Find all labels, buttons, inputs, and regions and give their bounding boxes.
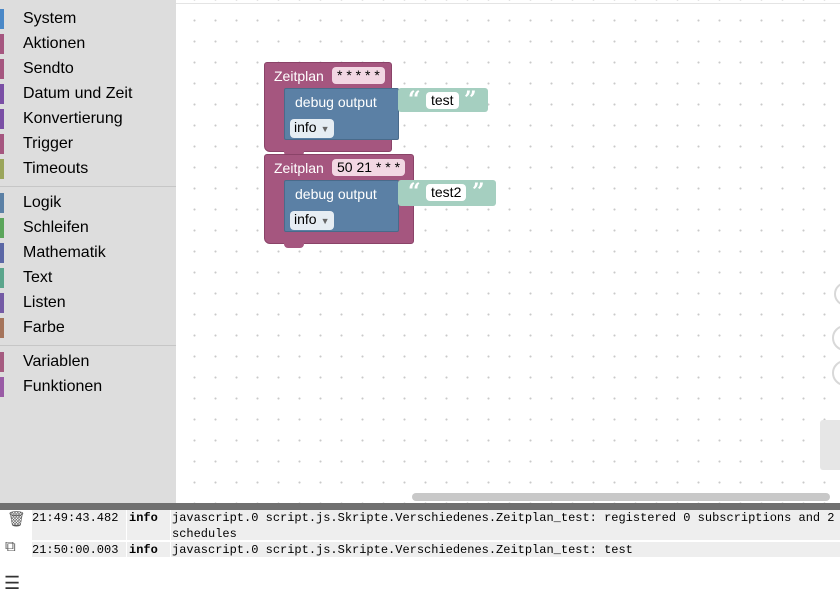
- blockly-workspace[interactable]: Zeitplan * * * * * debug output info ▼ “ …: [176, 0, 840, 503]
- string-block-2[interactable]: “ test2 ”: [398, 180, 496, 206]
- category-label: Farbe: [23, 319, 65, 336]
- category-color-bar: [0, 218, 4, 238]
- quote-close-icon: ”: [472, 179, 485, 205]
- toolbox-separator: [0, 345, 176, 346]
- category-label: Konvertierung: [23, 110, 123, 127]
- category-label: Sendto: [23, 60, 74, 77]
- string-block-1[interactable]: “ test ”: [398, 88, 488, 112]
- category-color-bar: [0, 9, 4, 29]
- toolbox-category-farbe[interactable]: Farbe: [0, 317, 176, 342]
- string-value-field[interactable]: test2: [426, 184, 467, 201]
- clear-log-icon[interactable]: 🗑: [7, 510, 26, 528]
- debug-output-label: debug output: [295, 186, 377, 202]
- toolbox-category-trigger[interactable]: Trigger: [0, 133, 176, 158]
- category-color-bar: [0, 268, 4, 288]
- debug-output-block-1[interactable]: debug output info ▼: [284, 88, 399, 140]
- toolbox-category-mathematik[interactable]: Mathematik: [0, 242, 176, 267]
- trashcan-icon[interactable]: [820, 420, 840, 470]
- log-level-value: info: [294, 211, 317, 227]
- quote-open-icon: “: [408, 87, 421, 113]
- toolbox-category-text[interactable]: Text: [0, 267, 176, 292]
- category-color-bar: [0, 193, 4, 213]
- workspace-top-border: [176, 3, 840, 4]
- category-label: Listen: [23, 294, 66, 311]
- category-label: Datum und Zeit: [23, 85, 133, 102]
- category-color-bar: [0, 134, 4, 154]
- category-color-bar: [0, 293, 4, 313]
- toolbox-category-listen[interactable]: Listen: [0, 292, 176, 317]
- log-row: 21:49:43.482 info javascript.0 script.js.S…: [32, 510, 840, 541]
- category-label: Trigger: [23, 135, 74, 152]
- category-label: Aktionen: [23, 35, 86, 52]
- string-value-field[interactable]: test: [426, 92, 459, 109]
- category-color-bar: [0, 84, 4, 104]
- category-color-bar: [0, 34, 4, 54]
- toolbox-category-datum-und-zeit[interactable]: Datum und Zeit: [0, 83, 176, 108]
- debug-output-label: debug output: [295, 94, 377, 110]
- category-label: Funktionen: [23, 378, 103, 395]
- toolbox-category-variablen[interactable]: Variablen: [0, 351, 176, 376]
- schedule-label: Zeitplan: [274, 160, 324, 176]
- toolbox-category-sendto[interactable]: Sendto: [0, 58, 176, 83]
- category-color-bar: [0, 243, 4, 263]
- log-level-dropdown[interactable]: info ▼: [290, 119, 334, 138]
- cron-field[interactable]: 50 21 * * *: [332, 159, 406, 176]
- log-splitter[interactable]: [0, 503, 840, 510]
- dropdown-arrow-icon: ▼: [320, 124, 330, 134]
- toolbox-category-aktionen[interactable]: Aktionen: [0, 33, 176, 58]
- log-level-dropdown[interactable]: info ▼: [290, 211, 334, 230]
- category-color-bar: [0, 318, 4, 338]
- block-notch: [284, 242, 304, 248]
- workspace-horizontal-scrollbar[interactable]: [412, 493, 830, 501]
- schedule-label: Zeitplan: [274, 68, 324, 84]
- category-label: Timeouts: [23, 160, 89, 177]
- category-color-bar: [0, 109, 4, 129]
- category-label: Mathematik: [23, 244, 106, 261]
- blockly-toolbox: System Aktionen Sendto Datum und Zeit Konver…: [0, 0, 176, 503]
- toolbox-category-schleifen[interactable]: Schleifen: [0, 217, 176, 242]
- category-color-bar: [0, 159, 4, 179]
- log-panel: 🗑 ⧉ 21:49:43.482 info javascript.0 script.…: [0, 510, 840, 602]
- log-message: javascript.0 script.js.Skripte.Verschied…: [170, 510, 840, 541]
- log-timestamp: 21:49:43.482: [32, 511, 119, 525]
- toolbox-separator: [0, 186, 176, 187]
- quote-open-icon: “: [408, 179, 421, 205]
- dropdown-arrow-icon: ▼: [320, 216, 330, 226]
- toolbox-category-funktionen[interactable]: Funktionen: [0, 376, 176, 401]
- toolbox-category-konvertierung[interactable]: Konvertierung: [0, 108, 176, 133]
- toolbox-category-system[interactable]: System: [0, 8, 176, 33]
- category-label: System: [23, 10, 77, 27]
- log-level: info: [126, 542, 168, 558]
- category-label: Variablen: [23, 353, 90, 370]
- cron-field[interactable]: * * * * *: [332, 67, 385, 84]
- quote-close-icon: ”: [464, 87, 477, 113]
- log-toggle-icon[interactable]: ☰: [4, 573, 20, 594]
- log-timestamp: 21:50:00.003: [32, 543, 119, 557]
- category-label: Logik: [23, 194, 62, 211]
- toolbox-category-timeouts[interactable]: Timeouts: [0, 158, 176, 183]
- category-color-bar: [0, 59, 4, 79]
- log-message: javascript.0 script.js.Skripte.Verschied…: [170, 542, 840, 558]
- app-root: System Aktionen Sendto Datum und Zeit Konver…: [0, 0, 840, 602]
- category-label: Schleifen: [23, 219, 89, 236]
- log-level: info: [126, 510, 168, 541]
- toolbox-category-logik[interactable]: Logik: [0, 192, 176, 217]
- debug-output-block-2[interactable]: debug output info ▼: [284, 180, 399, 232]
- category-color-bar: [0, 352, 4, 372]
- category-color-bar: [0, 377, 4, 397]
- category-label: Text: [23, 269, 53, 286]
- log-level-value: info: [294, 119, 317, 135]
- copy-icon[interactable]: ⧉: [5, 538, 16, 555]
- log-row: 21:50:00.003 info javascript.0 script.js.S…: [32, 542, 840, 558]
